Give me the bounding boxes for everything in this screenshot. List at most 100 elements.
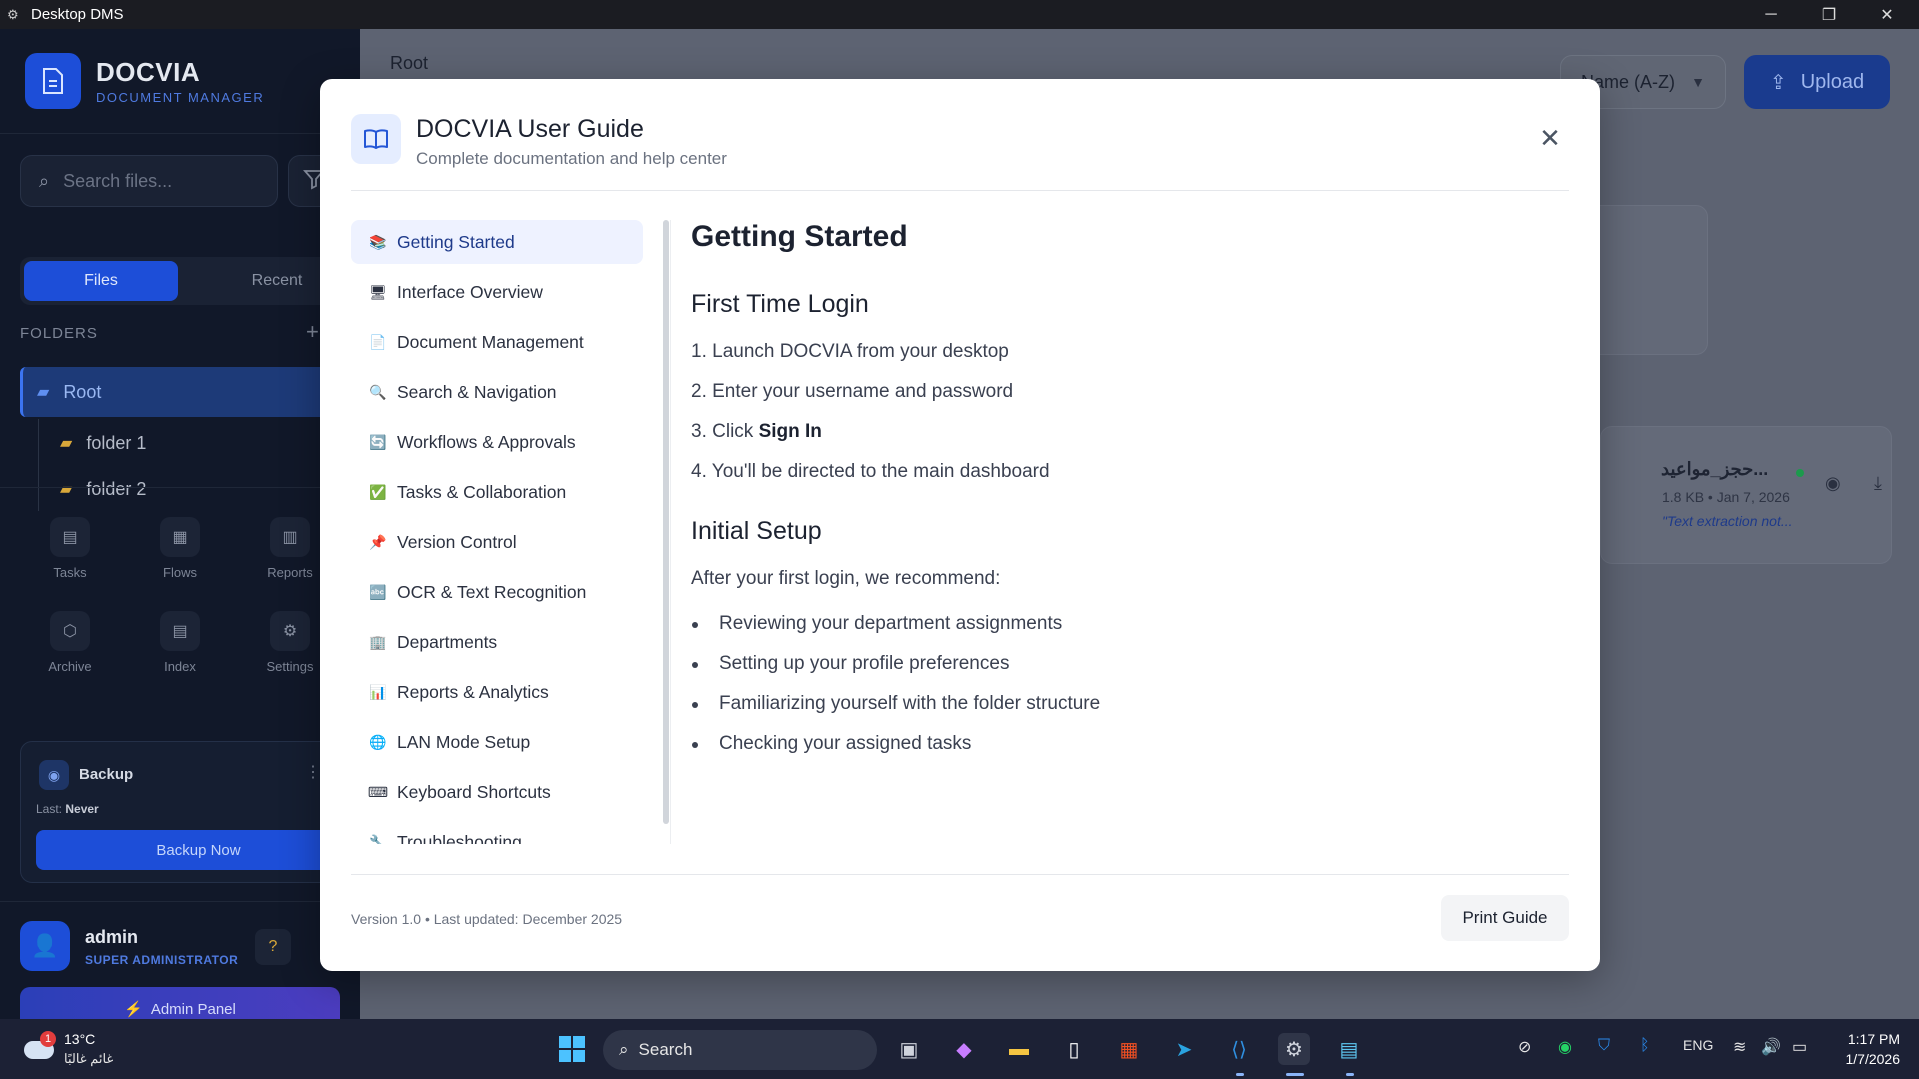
vscode-icon[interactable]: ⟨⟩ xyxy=(1223,1033,1255,1065)
tool-tasks[interactable]: ▤ Tasks xyxy=(30,517,110,580)
bolt-icon: ⚡ xyxy=(124,1001,143,1018)
breadcrumb[interactable]: Root xyxy=(390,53,428,74)
index-icon: ▤ xyxy=(160,611,200,651)
nav-item-reports[interactable]: 📊 Reports & Analytics xyxy=(351,670,643,714)
notepad-file-icon[interactable]: ▯ xyxy=(1058,1033,1090,1065)
folder-root[interactable]: ▰ Root 5 xyxy=(20,367,360,417)
tool-reports[interactable]: ▥ Reports xyxy=(250,517,330,580)
nav-item-ocr[interactable]: 🔤 OCR & Text Recognition xyxy=(351,570,643,614)
backup-card: ◉ Backup ⋮ Last: Never Backup Now xyxy=(20,741,360,883)
file-card[interactable]: ...حجز_مواعيد 1.8 KB • Jan 7, 2026 "Text… xyxy=(1600,426,1892,564)
file-ocr-status: "Text extraction not... xyxy=(1662,513,1793,529)
nav-item-keyboard-shortcuts[interactable]: ⌨ Keyboard Shortcuts xyxy=(351,770,643,814)
books-icon: 📚 xyxy=(369,233,387,250)
search-input[interactable]: ⌕ Search files... xyxy=(20,155,278,207)
defender-icon[interactable]: ⛉ xyxy=(1598,1037,1610,1055)
weather-widget[interactable]: 1 xyxy=(22,1031,58,1061)
clock[interactable]: 1:17 PM 1/7/2026 xyxy=(1830,1029,1901,1069)
abc-icon: 🔤 xyxy=(369,583,387,600)
folder-label: Root xyxy=(63,381,102,402)
nav-item-search-navigation[interactable]: 🔍 Search & Navigation xyxy=(351,370,643,414)
nav-item-lan-mode[interactable]: 🌐 LAN Mode Setup xyxy=(351,720,643,764)
monitor-icon: 🖥 xyxy=(369,283,387,300)
taskbar-search[interactable]: ⌕ Search xyxy=(603,1030,877,1070)
print-guide-button[interactable]: Print Guide xyxy=(1441,895,1569,941)
tool-settings[interactable]: ⚙ Settings xyxy=(250,611,330,674)
taskbar: 1 13°C غائم غالبًا ⌕ Search ▣ ◆ ▬ ▯ ▦ ➤ … xyxy=(0,1019,1919,1079)
wrench-icon: 🔧 xyxy=(369,833,387,845)
folder-open-icon: ▰ xyxy=(37,384,50,401)
task-view-icon[interactable]: ▣ xyxy=(893,1033,925,1065)
box-icon: ⬡ xyxy=(50,611,90,651)
scrollbar[interactable] xyxy=(663,220,669,824)
step-item: 3. Click Sign In xyxy=(691,421,822,442)
folder-item[interactable]: ▰ folder 2 1 xyxy=(60,469,360,509)
notepad-icon[interactable]: ▤ xyxy=(1333,1033,1365,1065)
nav-item-interface-overview[interactable]: 🖥 Interface Overview xyxy=(351,270,643,314)
nav-item-version-control[interactable]: 📌 Version Control xyxy=(351,520,643,564)
pin-icon: 📌 xyxy=(369,533,387,550)
tool-label: Archive xyxy=(48,659,92,674)
restore-icon[interactable]: ❐ xyxy=(1800,0,1858,29)
gear-icon: ⚙ xyxy=(270,611,310,651)
download-icon[interactable]: ⤓ xyxy=(1874,473,1882,494)
user-profile: 👤 admin SUPER ADMINISTRATOR ? ⇥ xyxy=(20,921,360,973)
eye-icon[interactable]: ◉ xyxy=(1825,473,1841,494)
tool-label: Tasks xyxy=(53,565,87,580)
sidebar: DOCVIA DOCUMENT MANAGER ⌕ Search files..… xyxy=(0,29,360,1019)
nav-item-tasks[interactable]: ✅ Tasks & Collaboration xyxy=(351,470,643,514)
more-icon[interactable]: ⋮ xyxy=(305,762,321,782)
building-icon: 🏢 xyxy=(369,633,387,650)
weather-temp: 13°C xyxy=(64,1031,96,1047)
app-icon: ⚙ xyxy=(7,6,19,22)
upload-button[interactable]: ⇪ Upload xyxy=(1744,55,1890,109)
nav-item-workflows[interactable]: 🔄 Workflows & Approvals xyxy=(351,420,643,464)
section-title: First Time Login xyxy=(691,290,869,318)
backup-now-button[interactable]: Backup Now xyxy=(36,830,360,870)
add-folder-icon[interactable]: + xyxy=(306,319,319,345)
notification-badge: 1 xyxy=(40,1031,56,1047)
folder-item[interactable]: ▰ folder 1 xyxy=(60,423,360,463)
file-explorer-icon[interactable]: ▬ xyxy=(1003,1033,1035,1065)
brand: DOCVIA DOCUMENT MANAGER xyxy=(25,53,264,109)
list-item: Familiarizing yourself with the folder s… xyxy=(691,693,1100,715)
folder-icon: ▰ xyxy=(60,481,73,498)
admin-panel-button[interactable]: ⚡ Admin Panel xyxy=(20,987,340,1019)
whatsapp-icon[interactable]: ◉ xyxy=(1558,1037,1572,1057)
database-icon: ◉ xyxy=(39,760,69,790)
tab-files[interactable]: Files xyxy=(24,261,178,301)
telegram-icon[interactable]: ➤ xyxy=(1168,1033,1200,1065)
close-icon[interactable]: ✕ xyxy=(1536,125,1564,153)
modal-title: DOCVIA User Guide xyxy=(416,115,644,143)
nav-item-troubleshooting[interactable]: 🔧 Troubleshooting xyxy=(351,820,643,845)
bluetooth-icon[interactable]: ᛒ xyxy=(1640,1037,1650,1055)
folder-icon: ▰ xyxy=(60,435,73,452)
view-tabs: Files Recent xyxy=(20,257,360,305)
brand-name: DOCVIA xyxy=(96,57,201,87)
section-title: Initial Setup xyxy=(691,517,822,545)
nav-item-departments[interactable]: 🏢 Departments xyxy=(351,620,643,664)
desktop-dms-icon[interactable]: ⚙ xyxy=(1278,1033,1310,1065)
file-name: ...حجز_مواعيد xyxy=(1661,459,1769,479)
hidden-icons-icon[interactable]: ⊘ xyxy=(1518,1037,1531,1057)
windows-start-icon[interactable] xyxy=(556,1033,588,1065)
copilot-icon[interactable]: ◆ xyxy=(948,1033,980,1065)
document-icon xyxy=(25,53,81,109)
language-indicator[interactable]: ENG xyxy=(1683,1037,1713,1053)
battery-icon[interactable]: ▭ xyxy=(1792,1037,1807,1057)
help-icon[interactable]: ? xyxy=(255,929,291,965)
tool-index[interactable]: ▤ Index xyxy=(140,611,220,674)
store-icon[interactable]: ▦ xyxy=(1113,1033,1145,1065)
minimize-icon[interactable]: ─ xyxy=(1742,0,1800,29)
tool-archive[interactable]: ⬡ Archive xyxy=(30,611,110,674)
close-window-icon[interactable]: ✕ xyxy=(1858,0,1916,29)
volume-icon[interactable]: 🔊 xyxy=(1761,1037,1781,1057)
date: 1/7/2026 xyxy=(1845,1051,1901,1067)
tool-flows[interactable]: ▦ Flows xyxy=(140,517,220,580)
avatar[interactable]: 👤 xyxy=(20,921,70,971)
wifi-icon[interactable]: ≋ xyxy=(1733,1037,1746,1057)
nav-item-document-management[interactable]: 📄 Document Management xyxy=(351,320,643,364)
list-item: Checking your assigned tasks xyxy=(691,733,971,755)
folder-label: folder 1 xyxy=(86,432,147,453)
nav-item-getting-started[interactable]: 📚 Getting Started xyxy=(351,220,643,264)
